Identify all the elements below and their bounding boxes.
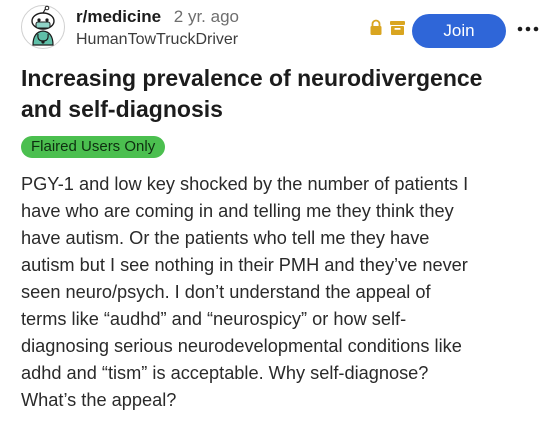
lock-icon bbox=[370, 19, 382, 35]
post-flair-badge[interactable]: Flaired Users Only bbox=[21, 136, 166, 158]
body-line: seen neuro/psych. I don’t understand the… bbox=[21, 282, 431, 302]
post-meta: r/medicine 2 yr. ago HumanTowTruckDriver bbox=[76, 7, 239, 50]
post-age: 2 yr. ago bbox=[173, 7, 239, 26]
archive-icon bbox=[390, 21, 405, 35]
author-link[interactable]: HumanTowTruckDriver bbox=[76, 30, 239, 50]
body-line: autism but I see nothing in their PMH an… bbox=[21, 255, 468, 275]
join-button[interactable]: Join bbox=[412, 14, 506, 48]
post-body: PGY-1 and low key shocked by the number … bbox=[21, 171, 526, 414]
body-line: diagnosing serious neurodevelopmental co… bbox=[21, 336, 462, 356]
more-options-icon[interactable] bbox=[517, 25, 539, 33]
body-line: What’s the appeal? bbox=[21, 390, 177, 410]
subreddit-link[interactable]: r/medicine bbox=[76, 7, 161, 26]
mod-status-icons bbox=[370, 19, 405, 35]
body-line: terms like “audhd” and “neurospicy” or h… bbox=[21, 309, 407, 329]
subreddit-avatar-icon[interactable] bbox=[21, 5, 65, 49]
body-line: adhd and “tism” is acceptable. Why self-… bbox=[21, 363, 429, 383]
body-line: have autism. Or the patients who tell me… bbox=[21, 228, 430, 248]
meta-row: r/medicine 2 yr. ago bbox=[76, 7, 239, 27]
post-header: r/medicine 2 yr. ago HumanTowTruckDriver… bbox=[21, 5, 539, 50]
body-line: PGY-1 and low key shocked by the number … bbox=[21, 174, 469, 194]
post-title[interactable]: Increasing prevalence of neurodivergence… bbox=[21, 63, 526, 125]
body-line: have who are coming in and telling me th… bbox=[21, 201, 454, 221]
